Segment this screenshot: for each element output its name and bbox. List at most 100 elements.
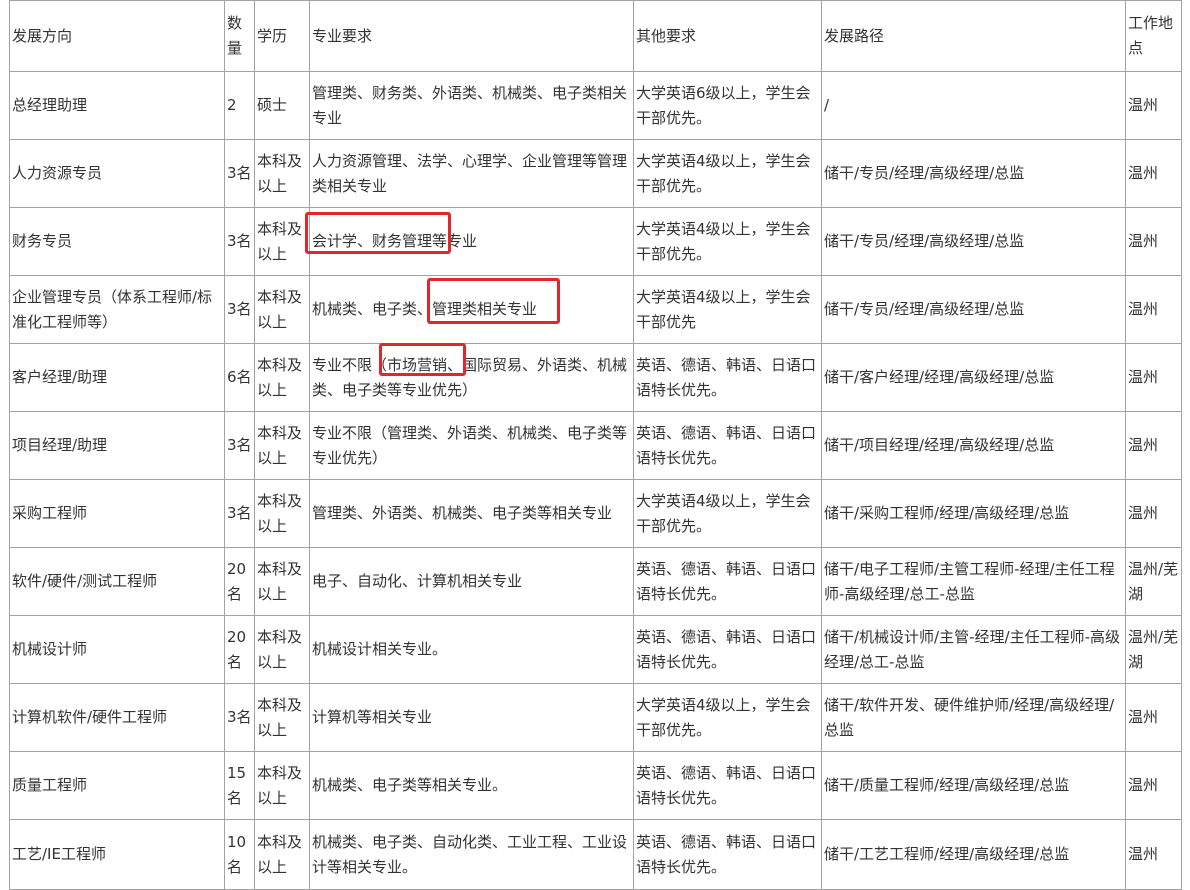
cell-career-path: 储干/电子工程师/主管工程师-经理/主任工程师-高级经理/总工-总监 (821, 547, 1126, 616)
cell-major: 电子、自动化、计算机相关专业 (309, 547, 634, 616)
cell-education: 本科及以上 (254, 275, 310, 344)
highlight-box-marketing (379, 343, 466, 376)
cell-count: 10名 (224, 819, 255, 890)
cell-location: 温州 (1125, 343, 1182, 412)
cell-direction: 财务专员 (9, 207, 225, 276)
cell-education: 本科及以上 (254, 615, 310, 684)
cell-count: 20名 (224, 615, 255, 684)
cell-direction: 项目经理/助理 (9, 411, 225, 480)
table-row: 总经理助理 2 硕士 管理类、财务类、外语类、机械类、电子类相关专业 大学英语6级以上，… (9, 71, 1182, 140)
cell-direction: 客户经理/助理 (9, 343, 225, 412)
cell-count: 6名 (224, 343, 255, 412)
cell-location: 温州/芜湖 (1125, 615, 1182, 684)
cell-education: 本科及以上 (254, 751, 310, 820)
header-cell-major: 专业要求 (309, 0, 634, 72)
cell-direction: 企业管理专员（体系工程师/标准化工程师等） (9, 275, 225, 344)
cell-major: 机械类、电子类等相关专业。 (309, 751, 634, 820)
cell-career-path: 储干/专员/经理/高级经理/总监 (821, 139, 1126, 208)
header-cell-count: 数量 (224, 0, 255, 72)
cell-career-path: / (821, 71, 1126, 140)
cell-career-path: 储干/工艺工程师/经理/高级经理/总监 (821, 819, 1126, 890)
recruitment-table: 发展方向 数量 学历 专业要求 其他要求 发展路径 工作地点 总经理助理 2 硕士 管理类、财务类、… (9, 0, 1182, 890)
cell-education: 本科及以上 (254, 207, 310, 276)
cell-direction: 质量工程师 (9, 751, 225, 820)
header-cell-other: 其他要求 (633, 0, 822, 72)
cell-major: 人力资源管理、法学、心理学、企业管理等管理类相关专业 (309, 139, 634, 208)
cell-other: 英语、德语、韩语、日语口语特长优先。 (633, 343, 822, 412)
cell-career-path: 储干/采购工程师/经理/高级经理/总监 (821, 479, 1126, 548)
table-row: 项目经理/助理 3名 本科及以上 专业不限（管理类、外语类、机械类、电子类等专业优先）… (9, 411, 1182, 480)
cell-other: 大学英语4级以上，学生会干部优先。 (633, 207, 822, 276)
cell-direction: 工艺/IE工程师 (9, 819, 225, 890)
cell-location: 温州 (1125, 71, 1182, 140)
cell-count: 3名 (224, 683, 255, 752)
cell-direction: 软件/硬件/测试工程师 (9, 547, 225, 616)
table-row: 机械设计师 20名 本科及以上 机械设计相关专业。 英语、德语、韩语、日语口语特长优先。… (9, 615, 1182, 684)
cell-education: 本科及以上 (254, 139, 310, 208)
cell-count: 3名 (224, 411, 255, 480)
header-cell-career-path: 发展路径 (821, 0, 1126, 72)
cell-career-path: 储干/质量工程师/经理/高级经理/总监 (821, 751, 1126, 820)
cell-other: 英语、德语、韩语、日语口语特长优先。 (633, 751, 822, 820)
cell-career-path: 储干/专员/经理/高级经理/总监 (821, 207, 1126, 276)
cell-major: 管理类、财务类、外语类、机械类、电子类相关专业 (309, 71, 634, 140)
cell-other: 大学英语4级以上，学生会干部优先 (633, 275, 822, 344)
header-row: 发展方向 数量 学历 专业要求 其他要求 发展路径 工作地点 (9, 0, 1182, 72)
cell-career-path: 储干/专员/经理/高级经理/总监 (821, 275, 1126, 344)
cell-other: 英语、德语、韩语、日语口语特长优先。 (633, 819, 822, 890)
highlight-box-accounting (305, 212, 451, 254)
cell-location: 温州 (1125, 411, 1182, 480)
cell-direction: 采购工程师 (9, 479, 225, 548)
table-row: 质量工程师 15名 本科及以上 机械类、电子类等相关专业。 英语、德语、韩语、日语口语特… (9, 751, 1182, 820)
cell-major: 管理类、外语类、机械类、电子类等相关专业 (309, 479, 634, 548)
cell-career-path: 储干/软件开发、硬件维护师/经理/高级经理/总监 (821, 683, 1126, 752)
cell-major: 专业不限（市场营销、国际贸易、外语类、机械类、电子类等专业优先） (309, 343, 634, 412)
cell-education: 本科及以上 (254, 547, 310, 616)
cell-career-path: 储干/客户经理/经理/高级经理/总监 (821, 343, 1126, 412)
highlight-box-management (427, 278, 560, 324)
cell-count: 2 (224, 71, 255, 140)
cell-education: 本科及以上 (254, 683, 310, 752)
cell-major: 机械类、电子类、自动化类、工业工程、工业设计等相关专业。 (309, 819, 634, 890)
cell-career-path: 储干/机械设计师/主管-经理/主任工程师-高级经理/总工-总监 (821, 615, 1126, 684)
cell-education: 本科及以上 (254, 819, 310, 890)
cell-location: 温州 (1125, 683, 1182, 752)
table-row: 人力资源专员 3名 本科及以上 人力资源管理、法学、心理学、企业管理等管理类相关专业大… (9, 139, 1182, 208)
cell-other: 大学英语4级以上，学生会干部优先。 (633, 139, 822, 208)
cell-location: 温州 (1125, 819, 1182, 890)
cell-location: 温州/芜湖 (1125, 547, 1182, 616)
header-cell-direction: 发展方向 (9, 0, 225, 72)
cell-career-path: 储干/项目经理/经理/高级经理/总监 (821, 411, 1126, 480)
cell-direction: 计算机软件/硬件工程师 (9, 683, 225, 752)
cell-other: 大学英语6级以上，学生会干部优先。 (633, 71, 822, 140)
cell-location: 温州 (1125, 139, 1182, 208)
cell-direction: 人力资源专员 (9, 139, 225, 208)
table-row: 采购工程师 3名 本科及以上 管理类、外语类、机械类、电子类等相关专业 大学英语4级以上… (9, 479, 1182, 548)
table-body: 发展方向 数量 学历 专业要求 其他要求 发展路径 工作地点 总经理助理 2 硕士 管理类、财务类、… (9, 0, 1182, 890)
cell-location: 温州 (1125, 479, 1182, 548)
cell-location: 温州 (1125, 751, 1182, 820)
table-row: 工艺/IE工程师 10名 本科及以上 机械类、电子类、自动化类、工业工程、工业设计等相… (9, 819, 1182, 890)
cell-other: 大学英语4级以上，学生会干部优先。 (633, 479, 822, 548)
cell-count: 3名 (224, 275, 255, 344)
cell-education: 本科及以上 (254, 479, 310, 548)
cell-major: 专业不限（管理类、外语类、机械类、电子类等专业优先） (309, 411, 634, 480)
cell-count: 3名 (224, 479, 255, 548)
table-row: 企业管理专员（体系工程师/标准化工程师等） 3名 本科及以上 机械类、电子类、管理类相… (9, 275, 1182, 344)
cell-count: 3名 (224, 207, 255, 276)
table-row: 软件/硬件/测试工程师 20名 本科及以上 电子、自动化、计算机相关专业 英语、德语、韩… (9, 547, 1182, 616)
cell-location: 温州 (1125, 275, 1182, 344)
cell-direction: 机械设计师 (9, 615, 225, 684)
table-row: 计算机软件/硬件工程师 3名 本科及以上 计算机等相关专业 大学英语4级以上，学生会干部… (9, 683, 1182, 752)
cell-education: 本科及以上 (254, 411, 310, 480)
table-row: 财务专员 3名 本科及以上 会计学、财务管理等专业 大学英语4级以上，学生会干部优先。储… (9, 207, 1182, 276)
table-row: 客户经理/助理 6名 本科及以上 专业不限（市场营销、国际贸易、外语类、机械类、电子类… (9, 343, 1182, 412)
header-cell-education: 学历 (254, 0, 310, 72)
cell-count: 3名 (224, 139, 255, 208)
cell-other: 英语、德语、韩语、日语口语特长优先。 (633, 615, 822, 684)
cell-major: 机械设计相关专业。 (309, 615, 634, 684)
cell-direction: 总经理助理 (9, 71, 225, 140)
cell-other: 大学英语4级以上，学生会干部优先。 (633, 683, 822, 752)
header-cell-location: 工作地点 (1125, 0, 1182, 72)
cell-education: 硕士 (254, 71, 310, 140)
